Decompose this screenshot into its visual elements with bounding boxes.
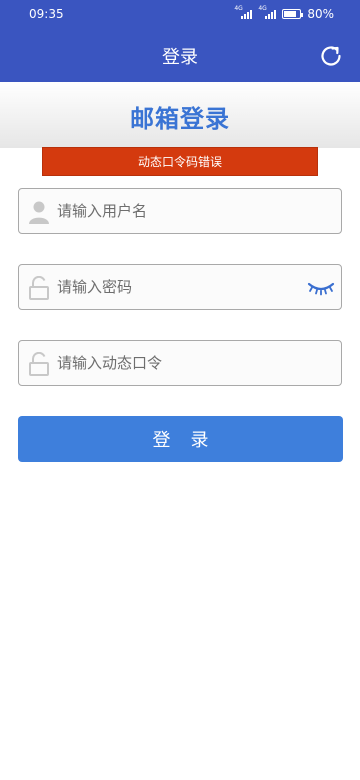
otp-input[interactable]	[57, 341, 317, 385]
page-title: 登录	[162, 47, 198, 68]
signal-icon: 4G	[234, 5, 253, 19]
battery-icon	[282, 9, 304, 19]
battery-percent: 80%	[307, 7, 334, 21]
refresh-button[interactable]	[318, 43, 344, 69]
login-heading: 邮箱登录	[130, 105, 230, 133]
refresh-icon	[321, 46, 341, 66]
username-field[interactable]	[18, 188, 342, 234]
error-banner: 动态口令码错误	[42, 147, 318, 176]
status-icons: 4G 4G 80%	[234, 5, 334, 21]
error-message: 动态口令码错误	[137, 155, 222, 169]
lock-icon	[29, 276, 49, 300]
status-time: 09:35	[29, 7, 64, 21]
user-icon	[29, 201, 49, 224]
eye-closed-icon[interactable]	[307, 280, 335, 296]
login-button[interactable]: 登录	[18, 416, 343, 462]
lock-icon	[29, 352, 49, 376]
status-bar: 09:35 4G 4G 80%	[0, 0, 360, 30]
otp-field[interactable]	[18, 340, 342, 386]
username-input[interactable]	[57, 189, 317, 233]
network-type-label: 4G	[234, 5, 243, 12]
header-band: 邮箱登录	[0, 82, 360, 148]
top-bar: 09:35 4G 4G 80% 登录	[0, 0, 360, 82]
network-type-label: 4G	[258, 5, 267, 12]
signal-icon: 4G	[258, 5, 277, 19]
password-input[interactable]	[57, 265, 317, 309]
password-field[interactable]	[18, 264, 342, 310]
